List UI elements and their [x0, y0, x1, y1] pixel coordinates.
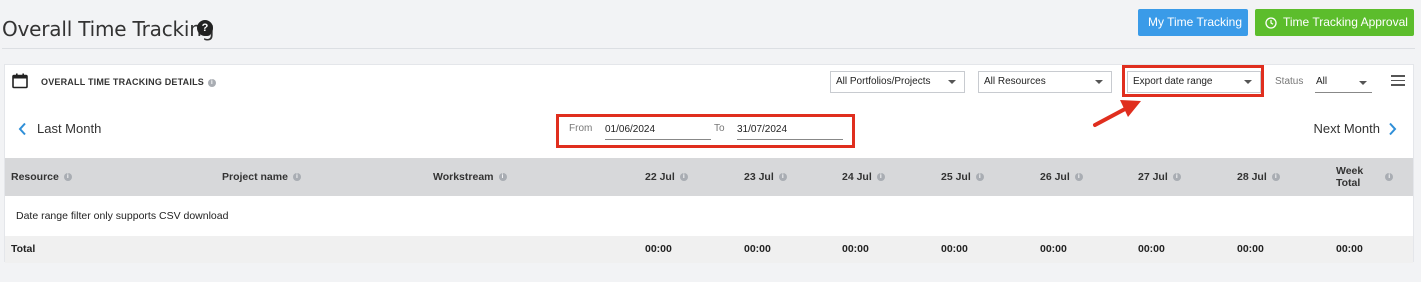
col-day-1-label: 22 Jul — [645, 171, 675, 183]
table-total-row: Total 00:00 00:00 00:00 00:00 00:00 00:0… — [5, 236, 1413, 263]
info-icon: i — [1074, 173, 1083, 181]
status-value: All — [1316, 76, 1328, 87]
col-resource[interactable]: Resource i — [11, 158, 72, 196]
col-day-3-label: 24 Jul — [842, 171, 872, 183]
chevron-down-icon — [1359, 81, 1367, 85]
total-day-7: 00:00 — [1237, 243, 1264, 255]
info-icon[interactable]: i — [207, 79, 216, 87]
col-week-total[interactable]: Week Total i — [1336, 158, 1394, 196]
total-day-2: 00:00 — [744, 243, 771, 255]
portfolio-filter-value: All Portfolios/Projects — [836, 76, 931, 87]
section-title: OVERALL TIME TRACKING DETAILS i — [41, 77, 216, 87]
section-title-text: OVERALL TIME TRACKING DETAILS — [41, 77, 204, 87]
red-arrow-icon — [1093, 100, 1141, 127]
portfolio-filter-select[interactable]: All Portfolios/Projects — [830, 71, 965, 93]
info-icon: i — [778, 173, 787, 181]
chevron-right-icon — [1389, 122, 1397, 135]
page-title: Overall Time Tracking — [2, 17, 215, 41]
last-month-button[interactable]: Last Month — [18, 121, 101, 136]
col-workstream[interactable]: Workstream i — [433, 158, 507, 196]
status-select[interactable]: All — [1315, 71, 1372, 93]
info-icon: i — [1172, 173, 1181, 181]
total-label: Total — [11, 243, 36, 255]
col-day-4[interactable]: 25 Jul i — [941, 158, 984, 196]
chevron-down-icon — [1095, 80, 1103, 84]
col-day-5-label: 26 Jul — [1040, 171, 1070, 183]
chevron-left-icon — [18, 122, 26, 135]
info-icon: i — [63, 173, 72, 181]
status-label: Status — [1275, 76, 1304, 87]
next-month-label: Next Month — [1313, 121, 1380, 136]
col-day-1[interactable]: 22 Jul i — [645, 158, 688, 196]
info-icon: i — [876, 173, 885, 181]
to-label: To — [714, 123, 725, 134]
info-icon: i — [498, 173, 507, 181]
total-week: 00:00 — [1336, 243, 1363, 255]
col-week-total-line1: Week — [1336, 165, 1364, 177]
col-day-3[interactable]: 24 Jul i — [842, 158, 885, 196]
col-day-4-label: 25 Jul — [941, 171, 971, 183]
help-icon[interactable]: ? — [197, 20, 213, 36]
empty-message: Date range filter only supports CSV down… — [16, 210, 229, 222]
col-day-6[interactable]: 27 Jul i — [1138, 158, 1181, 196]
last-month-label: Last Month — [37, 121, 102, 136]
col-project[interactable]: Project name i — [222, 158, 301, 196]
info-icon: i — [975, 173, 984, 181]
info-icon: i — [1385, 173, 1394, 181]
col-week-total-label: Week Total — [1336, 165, 1363, 189]
info-icon: i — [1271, 173, 1280, 181]
col-week-total-line2: Total — [1336, 177, 1361, 189]
total-day-3: 00:00 — [842, 243, 869, 255]
total-day-5: 00:00 — [1040, 243, 1067, 255]
chevron-down-icon — [948, 80, 956, 84]
resources-filter-value: All Resources — [984, 76, 1046, 87]
total-day-6: 00:00 — [1138, 243, 1165, 255]
clock-icon — [1265, 16, 1277, 29]
col-workstream-label: Workstream — [433, 171, 494, 183]
resources-filter-select[interactable]: All Resources — [978, 71, 1112, 93]
total-day-1: 00:00 — [645, 243, 672, 255]
to-date-input[interactable]: 31/07/2024 — [737, 120, 843, 140]
table-header: Resource i Project name i Workstream i 22 J… — [5, 158, 1413, 196]
total-day-4: 00:00 — [941, 243, 968, 255]
header-divider — [2, 48, 1415, 49]
from-date-input[interactable]: 01/06/2024 — [605, 120, 711, 140]
my-time-tracking-button[interactable]: My Time Tracking — [1138, 9, 1248, 36]
table-empty-row: Date range filter only supports CSV down… — [5, 196, 1413, 236]
from-label: From — [569, 123, 593, 134]
info-icon: i — [679, 173, 688, 181]
col-day-7[interactable]: 28 Jul i — [1237, 158, 1280, 196]
info-icon: i — [292, 173, 301, 181]
col-resource-label: Resource — [11, 171, 59, 183]
col-project-label: Project name — [222, 171, 288, 183]
hamburger-menu-icon[interactable] — [1391, 75, 1405, 89]
col-day-5[interactable]: 26 Jul i — [1040, 158, 1083, 196]
col-day-7-label: 28 Jul — [1237, 171, 1267, 183]
col-day-2[interactable]: 23 Jul i — [744, 158, 787, 196]
export-highlight-box — [1122, 65, 1264, 97]
calendar-icon — [12, 73, 28, 89]
page-header: Overall Time Tracking ? My Time Tracking… — [0, 0, 1421, 49]
col-day-2-label: 23 Jul — [744, 171, 774, 183]
next-month-button[interactable]: Next Month — [1314, 121, 1397, 136]
time-tracking-approval-label: Time Tracking Approval — [1283, 15, 1408, 29]
time-tracking-approval-button[interactable]: Time Tracking Approval — [1255, 9, 1414, 36]
col-day-6-label: 27 Jul — [1138, 171, 1168, 183]
time-tracking-panel: OVERALL TIME TRACKING DETAILS i All Portf… — [4, 64, 1414, 263]
